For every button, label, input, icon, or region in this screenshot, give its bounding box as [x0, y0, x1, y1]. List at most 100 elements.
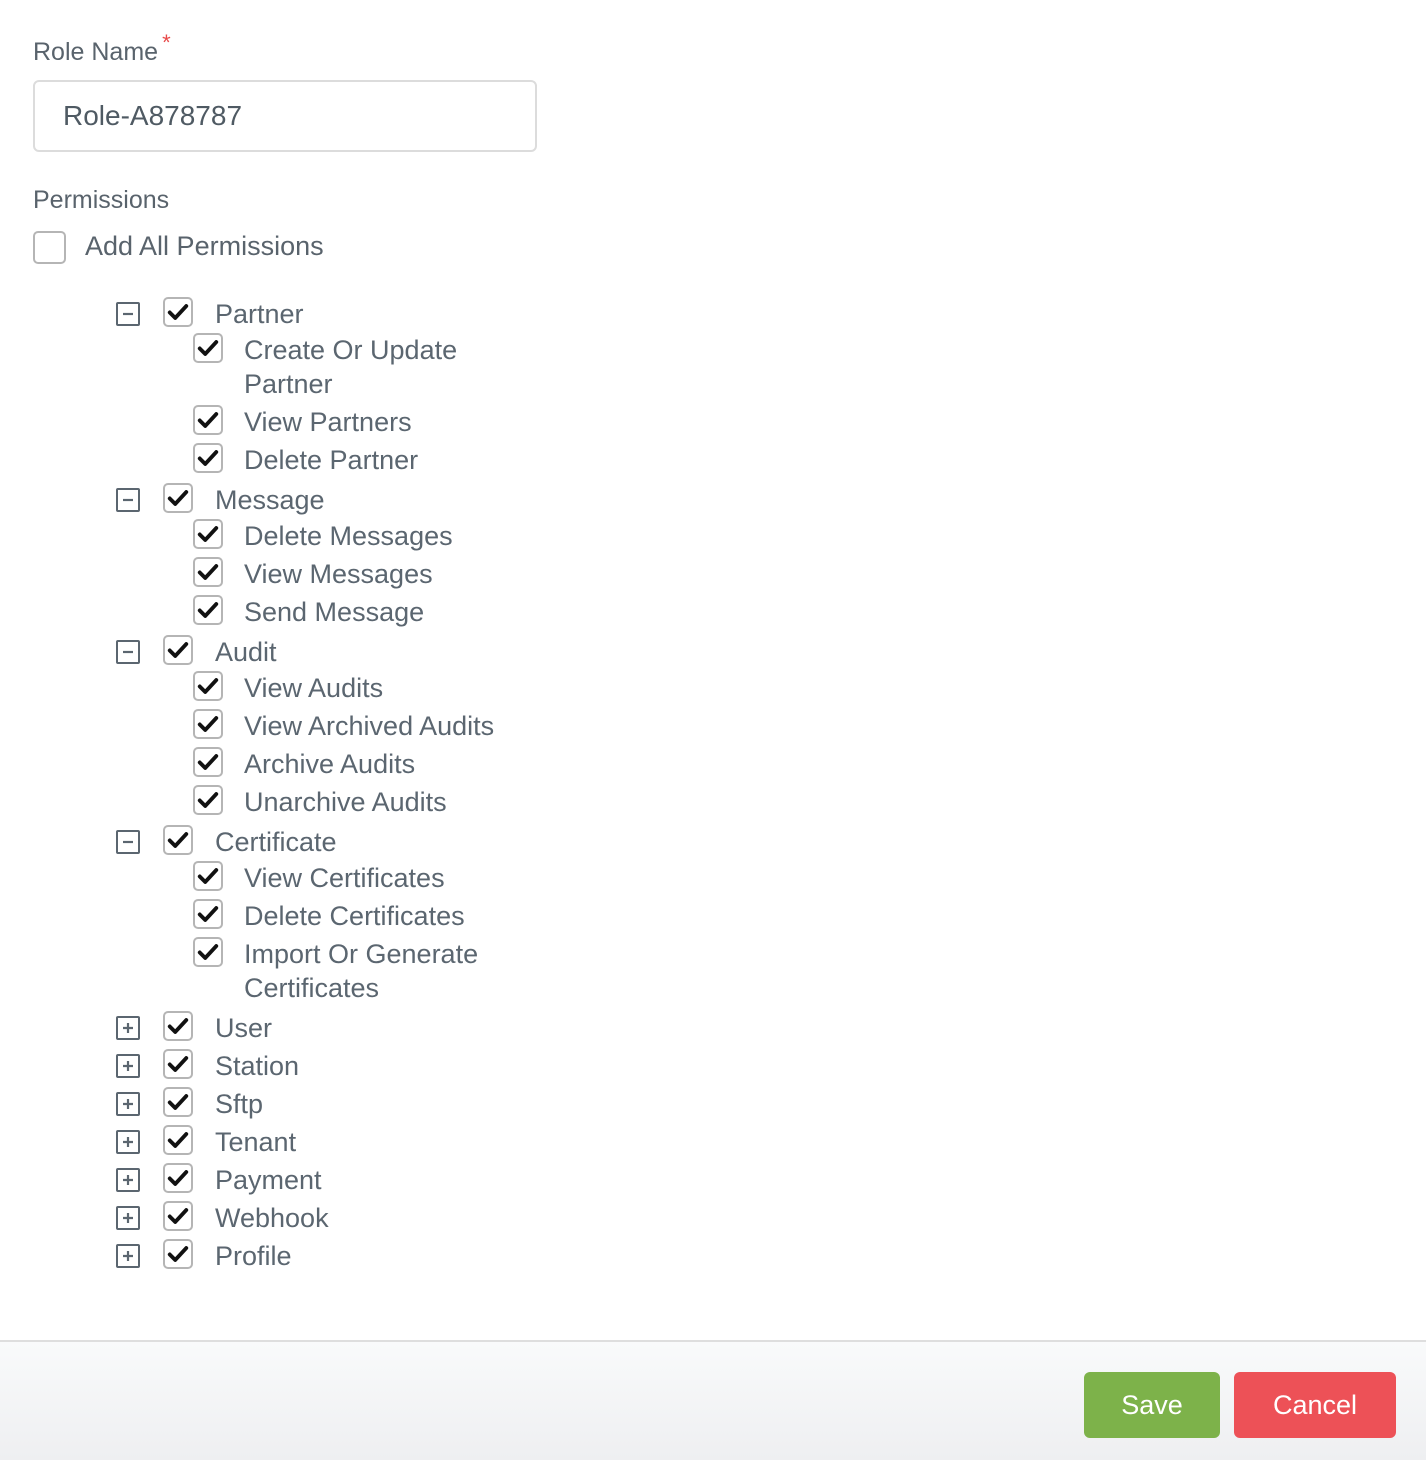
permission-label-line: Partner	[244, 369, 333, 399]
checkmark-icon	[167, 1170, 189, 1186]
tree-group-audit: Audit	[33, 635, 533, 673]
permission-checkbox[interactable]	[193, 861, 223, 891]
permission-label-line: Certificates	[244, 973, 380, 1003]
permission-checkbox[interactable]	[193, 405, 223, 435]
tree-group-partner: Partner	[33, 297, 533, 335]
group-label: Audit	[215, 637, 277, 667]
expand-icon[interactable]	[116, 1206, 140, 1230]
group-label: Message	[215, 485, 325, 515]
permission-checkbox[interactable]	[193, 671, 223, 701]
permission-checkbox[interactable]	[193, 747, 223, 777]
permission-label: Import Or Generate Certificates	[244, 937, 478, 1005]
permission-checkbox[interactable]	[193, 557, 223, 587]
group-label: Sftp	[215, 1089, 264, 1119]
expand-icon[interactable]	[116, 1168, 140, 1192]
permission-checkbox[interactable]	[193, 937, 223, 967]
cancel-button[interactable]: Cancel	[1234, 1372, 1396, 1438]
permission-checkbox[interactable]	[193, 785, 223, 815]
permission-label-line: Delete Partner	[244, 445, 419, 475]
tree-item: Archive Audits	[33, 747, 533, 785]
tree-group-payment: Payment	[33, 1163, 533, 1201]
permission-label: View Partners	[244, 405, 412, 439]
checkmark-icon	[167, 1056, 189, 1072]
tree-group-user: User	[33, 1011, 533, 1049]
group-label: Profile	[215, 1241, 292, 1271]
group-checkbox[interactable]	[163, 1201, 193, 1231]
tree-group-profile: Profile	[33, 1239, 533, 1277]
tree-item: Delete Messages	[33, 519, 533, 557]
permission-label-line: View Certificates	[244, 863, 445, 893]
permission-label: Unarchive Audits	[244, 785, 447, 819]
group-checkbox[interactable]	[163, 1087, 193, 1117]
checkmark-icon	[197, 526, 219, 542]
checkmark-icon	[167, 832, 189, 848]
checkmark-icon	[167, 1018, 189, 1034]
collapse-icon[interactable]	[116, 830, 140, 854]
collapse-icon[interactable]	[116, 488, 140, 512]
checkmark-icon	[197, 944, 219, 960]
permission-label: View Messages	[244, 557, 433, 591]
tree-group-tenant: Tenant	[33, 1125, 533, 1163]
tree-item: View Partners	[33, 405, 533, 443]
permission-checkbox[interactable]	[193, 595, 223, 625]
role-name-label-text: Role Name	[33, 38, 159, 66]
checkmark-icon	[167, 1246, 189, 1262]
permission-label-line: Import Or Generate	[244, 939, 479, 969]
checkmark-icon	[197, 412, 219, 428]
tree-group-message: Message	[33, 483, 533, 521]
checkmark-icon	[197, 792, 219, 808]
permission-checkbox[interactable]	[193, 899, 223, 929]
group-checkbox[interactable]	[163, 825, 193, 855]
modal-footer: Save Cancel	[0, 1340, 1426, 1460]
collapse-icon[interactable]	[116, 640, 140, 664]
expand-icon[interactable]	[116, 1130, 140, 1154]
checkmark-icon	[197, 754, 219, 770]
group-checkbox[interactable]	[163, 1163, 193, 1193]
add-all-permissions-checkbox[interactable]	[33, 231, 66, 264]
permission-checkbox[interactable]	[193, 519, 223, 549]
expand-icon[interactable]	[116, 1054, 140, 1078]
required-marker: *	[162, 30, 171, 55]
permission-label-line: Delete Messages	[244, 521, 453, 551]
group-checkbox[interactable]	[163, 297, 193, 327]
group-checkbox[interactable]	[163, 1239, 193, 1269]
permission-checkbox[interactable]	[193, 333, 223, 363]
permission-label: View Certificates	[244, 861, 445, 895]
permission-label: Send Message	[244, 595, 424, 629]
group-label: Station	[215, 1051, 300, 1081]
expand-icon[interactable]	[116, 1016, 140, 1040]
checkmark-icon	[197, 678, 219, 694]
permission-label: Delete Partner	[244, 443, 418, 477]
permission-label-line: View Archived Audits	[244, 711, 495, 741]
permission-checkbox[interactable]	[193, 443, 223, 473]
tree-item: Send Message	[33, 595, 533, 633]
tree-group-certificate: Certificate	[33, 825, 533, 863]
permission-label-line: View Partners	[244, 407, 412, 437]
tree-item: Create Or Update Partner	[33, 333, 533, 405]
permission-label: Create Or Update Partner	[244, 333, 457, 401]
checkmark-icon	[167, 1208, 189, 1224]
checkmark-icon	[167, 304, 189, 320]
group-checkbox[interactable]	[163, 1125, 193, 1155]
group-checkbox[interactable]	[163, 1049, 193, 1079]
permission-label: Delete Certificates	[244, 899, 465, 933]
tree-item: Delete Certificates	[33, 899, 533, 937]
save-button[interactable]: Save	[1084, 1372, 1220, 1438]
permission-label-line: Create Or Update	[244, 335, 458, 365]
role-name-label: Role Name *	[33, 30, 171, 67]
permission-label: View Audits	[244, 671, 383, 705]
group-checkbox[interactable]	[163, 635, 193, 665]
permission-checkbox[interactable]	[193, 709, 223, 739]
group-checkbox[interactable]	[163, 1011, 193, 1041]
permission-label-line: View Audits	[244, 673, 384, 703]
expand-icon[interactable]	[116, 1092, 140, 1116]
expand-icon[interactable]	[116, 1244, 140, 1268]
collapse-icon[interactable]	[116, 302, 140, 326]
role-name-input[interactable]	[33, 80, 537, 152]
group-label: Payment	[215, 1165, 322, 1195]
group-label: Tenant	[215, 1127, 297, 1157]
permission-label-line: Send Message	[244, 597, 425, 627]
group-checkbox[interactable]	[163, 483, 193, 513]
permission-label-line: Archive Audits	[244, 749, 416, 779]
tree-group-webhook: Webhook	[33, 1201, 533, 1239]
